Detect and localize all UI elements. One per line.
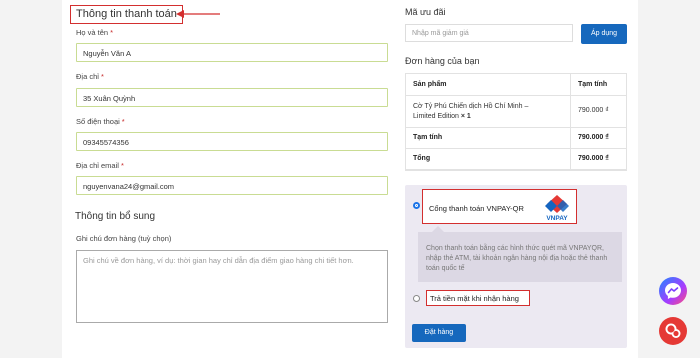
place-order-button[interactable]: Đặt hàng	[412, 324, 466, 342]
payment-methods: Cổng thanh toán VNPAY-QR VNPAY Chọn than…	[405, 185, 627, 348]
vnpay-logo-text: VNPAY	[546, 215, 568, 222]
table-divider	[570, 74, 571, 170]
total-row: Tổng 790.000 ₫	[406, 149, 626, 170]
item-price: 790.000 ₫	[578, 107, 609, 114]
phone-field[interactable]: 09345574356	[76, 132, 388, 151]
cod-radio[interactable]	[413, 295, 420, 302]
phone-label: Số điện thoại *	[76, 117, 125, 126]
vnpay-option[interactable]: Cổng thanh toán VNPAY-QR VNPAY	[422, 189, 577, 224]
chat-button[interactable]	[659, 317, 687, 345]
subtotal-label: Tạm tính	[413, 134, 443, 141]
messenger-icon	[665, 283, 681, 299]
order-table: Sản phẩm Tạm tính Cờ Tỷ Phú Chiến dịch H…	[405, 73, 627, 171]
vnpay-radio[interactable]	[413, 202, 420, 209]
coupon-input[interactable]: Nhập mã giảm giá	[405, 24, 573, 42]
notes-label: Ghi chú đơn hàng (tuỳ chọn)	[76, 234, 172, 243]
billing-title-text: Thông tin thanh toán	[76, 8, 177, 20]
item-name: Cờ Tỷ Phú Chiến dịch Hồ Chí Minh – Limit…	[413, 103, 529, 120]
col-subtotal-header: Tạm tính	[578, 81, 608, 88]
billing-section-title: Thông tin thanh toán	[70, 5, 183, 24]
total-value: 790.000 ₫	[578, 155, 609, 162]
table-header-row: Sản phẩm Tạm tính	[406, 74, 626, 96]
chat-icon	[665, 323, 681, 338]
cod-option[interactable]: Trả tiền mặt khi nhận hàng	[426, 290, 530, 306]
total-label: Tổng	[413, 155, 431, 162]
address-label: Địa chỉ *	[76, 72, 104, 81]
additional-section-title: Thông tin bổ sung	[75, 211, 156, 222]
vnpay-description: Chọn thanh toán bằng các hình thức quét …	[418, 226, 622, 282]
messenger-button[interactable]	[659, 277, 687, 305]
arrow-left-icon	[176, 10, 220, 18]
coupon-title: Mã ưu đãi	[405, 7, 446, 17]
subtotal-value: 790.000 ₫	[578, 134, 609, 141]
subtotal-row: Tạm tính 790.000 ₫	[406, 128, 626, 149]
vnpay-label: Cổng thanh toán VNPAY-QR	[429, 204, 524, 213]
order-title: Đơn hàng của bạn	[405, 56, 480, 66]
apply-coupon-button[interactable]: Áp dụng	[581, 24, 627, 44]
name-field[interactable]: Nguyễn Văn A	[76, 43, 388, 62]
vnpay-logo-icon: VNPAY	[545, 195, 569, 222]
name-label: Họ và tên *	[76, 28, 114, 37]
email-field[interactable]: nguyenvana24@gmail.com	[76, 176, 388, 195]
address-field[interactable]: 35 Xuân Quỳnh	[76, 88, 388, 107]
notes-textarea[interactable]: Ghi chú về đơn hàng, ví dụ: thời gian ha…	[76, 250, 388, 323]
col-product-header: Sản phẩm	[413, 81, 447, 88]
table-row: Cờ Tỷ Phú Chiến dịch Hồ Chí Minh – Limit…	[406, 96, 626, 128]
email-label: Địa chỉ email *	[76, 161, 124, 170]
